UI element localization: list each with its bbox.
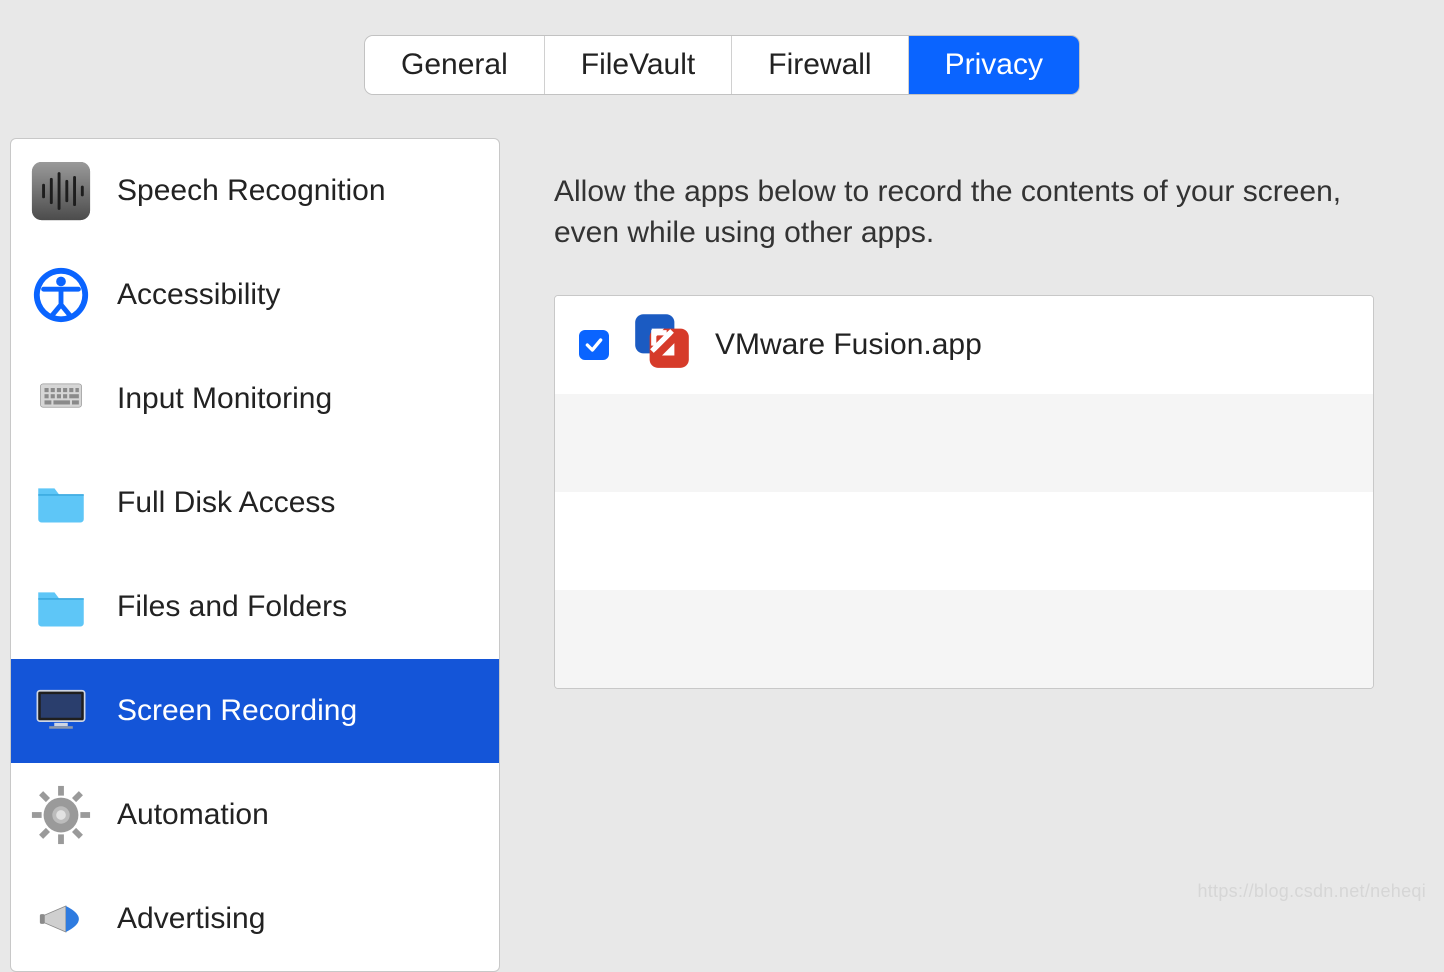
gear-icon <box>29 783 93 847</box>
sidebar-item-label: Advertising <box>117 902 265 936</box>
sidebar-item-advertising[interactable]: Advertising <box>11 867 499 971</box>
app-name: VMware Fusion.app <box>715 328 982 362</box>
detail-panel: Allow the apps below to record the conte… <box>524 138 1404 972</box>
tab-bar: General FileVault Firewall Privacy <box>0 0 1444 114</box>
tab-filevault[interactable]: FileVault <box>545 36 733 94</box>
main-area: Speech Recognition Accessibility <box>0 114 1444 972</box>
tab-firewall[interactable]: Firewall <box>732 36 908 94</box>
accessibility-icon <box>29 263 93 327</box>
sidebar-item-label: Files and Folders <box>117 590 347 624</box>
app-row-empty <box>555 590 1373 688</box>
tab-label: FileVault <box>581 48 696 81</box>
tab-label: General <box>401 48 508 81</box>
app-list: VMware Fusion.app <box>554 295 1374 689</box>
tab-general[interactable]: General <box>365 36 545 94</box>
app-checkbox[interactable] <box>579 330 609 360</box>
app-row-empty <box>555 492 1373 590</box>
folder-icon <box>29 575 93 639</box>
privacy-sidebar: Speech Recognition Accessibility <box>10 138 500 972</box>
sidebar-item-label: Speech Recognition <box>117 174 386 208</box>
tab-label: Privacy <box>945 48 1043 81</box>
sidebar-item-screen-recording[interactable]: Screen Recording <box>11 659 499 763</box>
sidebar-item-files-and-folders[interactable]: Files and Folders <box>11 555 499 659</box>
sidebar-item-label: Input Monitoring <box>117 382 332 416</box>
megaphone-icon <box>29 887 93 951</box>
sidebar-item-automation[interactable]: Automation <box>11 763 499 867</box>
app-row[interactable]: VMware Fusion.app <box>555 296 1373 394</box>
sidebar-item-full-disk-access[interactable]: Full Disk Access <box>11 451 499 555</box>
check-icon <box>584 335 604 355</box>
sidebar-item-label: Full Disk Access <box>117 486 335 520</box>
sidebar-item-speech-recognition[interactable]: Speech Recognition <box>11 139 499 243</box>
tab-segment: General FileVault Firewall Privacy <box>365 36 1079 94</box>
keyboard-icon <box>29 367 93 431</box>
folder-icon <box>29 471 93 535</box>
sidebar-item-label: Automation <box>117 798 269 832</box>
tab-label: Firewall <box>768 48 871 81</box>
tab-privacy[interactable]: Privacy <box>909 36 1079 94</box>
waveform-icon <box>29 159 93 223</box>
sidebar-item-input-monitoring[interactable]: Input Monitoring <box>11 347 499 451</box>
sidebar-item-label: Accessibility <box>117 278 280 312</box>
watermark: https://blog.csdn.net/neheqi <box>1197 881 1426 902</box>
sidebar-item-label: Screen Recording <box>117 694 357 728</box>
sidebar-item-accessibility[interactable]: Accessibility <box>11 243 499 347</box>
monitor-icon <box>29 679 93 743</box>
app-row-empty <box>555 394 1373 492</box>
detail-description: Allow the apps below to record the conte… <box>554 172 1374 253</box>
vmware-icon <box>629 308 695 382</box>
